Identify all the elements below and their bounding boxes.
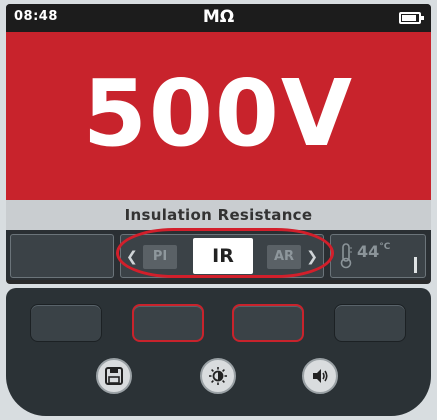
- keypad: [6, 288, 431, 416]
- chevron-right-icon[interactable]: ❯: [306, 249, 318, 265]
- reading-panel: 500V: [6, 32, 431, 200]
- tab-ir[interactable]: IR: [193, 238, 253, 274]
- temperature-value: 44: [357, 242, 380, 261]
- mode-selector[interactable]: ❮ PI IR AR ❯: [120, 234, 324, 278]
- temperature-unit: °C: [379, 242, 391, 252]
- save-button[interactable]: [96, 358, 132, 394]
- mode-label: Insulation Resistance: [124, 206, 313, 224]
- function-row: ❮ PI IR AR ❯ 44°C: [6, 230, 431, 280]
- left-info-slot: [10, 234, 114, 278]
- volume-button[interactable]: [302, 358, 338, 394]
- tab-pi[interactable]: PI: [143, 245, 177, 269]
- save-icon: [105, 367, 123, 385]
- soft-key-4[interactable]: [334, 304, 406, 342]
- soft-key-2[interactable]: [132, 304, 204, 342]
- brightness-icon: [209, 367, 227, 385]
- tab-ar[interactable]: AR: [267, 245, 301, 269]
- brightness-button[interactable]: [200, 358, 236, 394]
- status-bar: 08:48 MΩ: [6, 4, 431, 32]
- temperature-bar: [414, 257, 417, 273]
- volume-icon: [313, 369, 328, 383]
- battery-level: [402, 15, 416, 21]
- unit-indicator: MΩ: [202, 7, 235, 27]
- mode-label-bar: Insulation Resistance: [6, 200, 431, 230]
- battery-icon: [399, 12, 424, 24]
- soft-key-3[interactable]: [232, 304, 304, 342]
- thermometer-icon: [340, 243, 352, 269]
- meter-display: 08:48 MΩ 500V Insulation Resistance ❮ PI…: [6, 4, 431, 284]
- temperature-slot: 44°C: [330, 234, 426, 278]
- soft-key-1[interactable]: [30, 304, 102, 342]
- chevron-left-icon[interactable]: ❮: [126, 249, 138, 265]
- temperature-readout: 44°C: [357, 242, 390, 261]
- test-voltage: 500V: [82, 60, 355, 167]
